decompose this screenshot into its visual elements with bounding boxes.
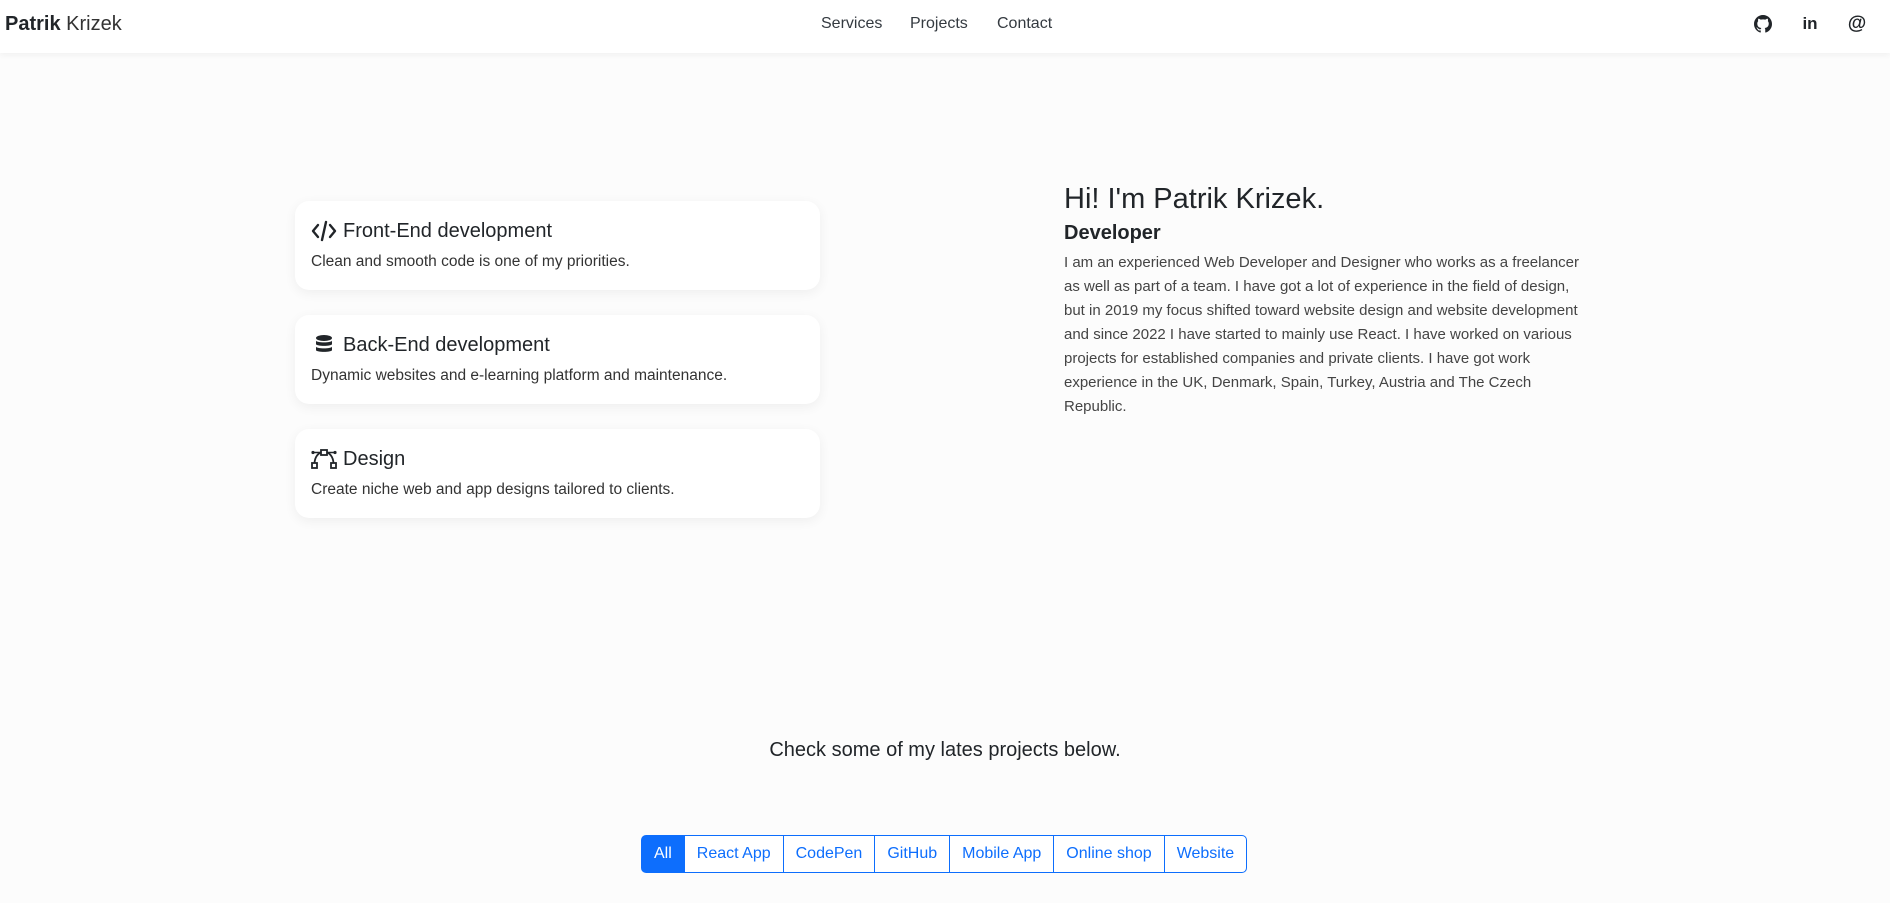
filter-github[interactable]: GitHub [874, 835, 951, 873]
filter-website[interactable]: Website [1163, 835, 1248, 873]
github-icon[interactable] [1752, 13, 1774, 35]
filter-mobile-app[interactable]: Mobile App [949, 835, 1055, 873]
intro-title: Hi! I'm Patrik Krizek. [1064, 183, 1325, 215]
intro-text: I am an experienced Web Developer and De… [1064, 254, 1579, 415]
filter-react-app[interactable]: React App [683, 835, 784, 873]
service-card-backend: Back-End development Dynamic websites an… [295, 315, 820, 404]
service-card-title: Front-End development [311, 219, 552, 243]
nav-link-projects[interactable]: Projects [910, 15, 968, 33]
service-card-design: Design Create niche web and app designs … [295, 429, 820, 518]
service-card-frontend: Front-End development Clean and smooth c… [295, 201, 820, 290]
filter-all[interactable]: All [641, 835, 685, 873]
service-card-title: Design [311, 447, 405, 471]
service-card-text: Clean and smooth code is one of my prior… [311, 253, 630, 270]
navbar: Patrik Krizek Services Projects Contact … [0, 0, 1890, 53]
service-card-title-text: Front-End development [343, 219, 553, 242]
database-icon [311, 333, 337, 357]
intro-subtitle: Developer [1064, 222, 1161, 244]
service-card-title: Back-End development [311, 333, 550, 357]
code-icon [311, 219, 337, 243]
nav-link-contact[interactable]: Contact [997, 15, 1052, 33]
projects-heading: Check some of my lates projects below. [769, 739, 1121, 761]
nav-links: Services Projects Contact [0, 15, 1890, 37]
intro-section: Hi! I'm Patrik Krizek. Developer I am an… [1064, 180, 1594, 419]
filter-online-shop[interactable]: Online shop [1053, 835, 1165, 873]
bezier-icon [311, 447, 337, 471]
service-card-text: Create niche web and app designs tailore… [311, 481, 675, 498]
project-filter-group: All React App CodePen GitHub Mobile App … [641, 835, 1248, 873]
service-card-text: Dynamic websites and e-learning platform… [311, 367, 728, 384]
service-card-title-text: Back-End development [343, 333, 550, 356]
service-card-title-text: Design [343, 447, 406, 470]
linkedin-icon[interactable]: in [1799, 13, 1821, 35]
email-icon[interactable]: @ [1846, 13, 1868, 35]
nav-link-services[interactable]: Services [821, 15, 882, 33]
filter-codepen[interactable]: CodePen [782, 835, 876, 873]
